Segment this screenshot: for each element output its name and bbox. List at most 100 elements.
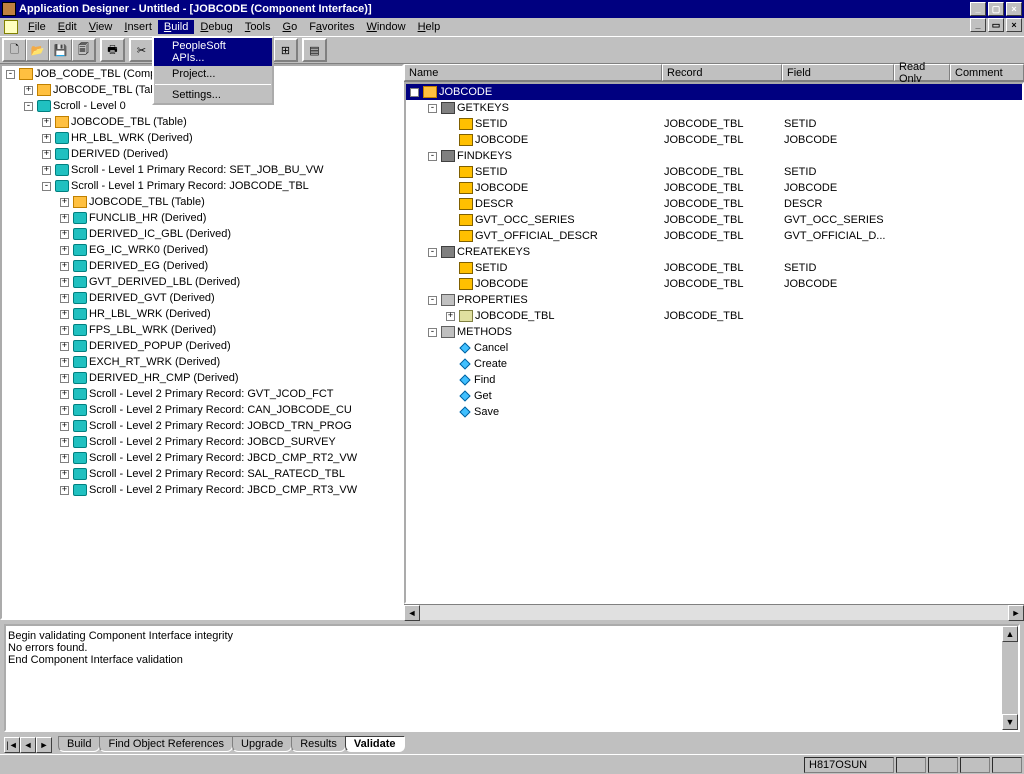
ci-tree-item[interactable]: Get (406, 388, 1022, 404)
tree-item[interactable]: -Scroll - Level 1 Primary Record: JOBCOD… (2, 178, 402, 194)
expander-icon[interactable]: - (428, 328, 437, 337)
expander-icon[interactable]: + (60, 294, 69, 303)
output-vertical-scrollbar[interactable]: ▲ ▼ (1002, 626, 1018, 730)
ci-tree-item[interactable]: Save (406, 404, 1022, 420)
scrollbar-track[interactable] (420, 605, 1008, 620)
expander-icon[interactable]: + (60, 214, 69, 223)
tab-validate[interactable]: Validate (345, 736, 405, 752)
expander-icon[interactable]: + (60, 406, 69, 415)
menu-file[interactable]: File (22, 20, 52, 34)
expander-icon[interactable]: + (60, 374, 69, 383)
menu-insert[interactable]: Insert (118, 20, 158, 34)
close-button[interactable]: × (1006, 2, 1022, 16)
expander-icon[interactable]: - (410, 88, 419, 97)
expander-icon[interactable]: + (60, 278, 69, 287)
ci-tree-item[interactable]: -JOBCODE (406, 84, 1022, 100)
col-comment[interactable]: Comment (950, 64, 1024, 81)
menu-settings[interactable]: Settings... (154, 87, 272, 103)
tab-nav-prev[interactable]: ◄ (20, 737, 36, 753)
expander-icon[interactable]: + (60, 454, 69, 463)
tree-item[interactable]: +DERIVED (Derived) (2, 146, 402, 162)
expander-icon[interactable]: + (60, 198, 69, 207)
ci-tree-item[interactable]: Create (406, 356, 1022, 372)
menu-debug[interactable]: Debug (194, 20, 238, 34)
ci-tree-item[interactable]: -FINDKEYS (406, 148, 1022, 164)
col-field[interactable]: Field (782, 64, 894, 81)
col-readonly[interactable]: Read Only (894, 64, 950, 81)
tree-item[interactable]: +GVT_DERIVED_LBL (Derived) (2, 274, 402, 290)
ci-tree-item[interactable]: -GETKEYS (406, 100, 1022, 116)
tree-item[interactable]: +JOBCODE_TBL (Table) (2, 114, 402, 130)
tree-item[interactable]: +EXCH_RT_WRK (Derived) (2, 354, 402, 370)
ci-tree-item[interactable]: DESCRJOBCODE_TBLDESCR (406, 196, 1022, 212)
expander-icon[interactable]: - (428, 248, 437, 257)
ci-tree-item[interactable]: -CREATEKEYS (406, 244, 1022, 260)
save-button[interactable]: 💾 (49, 39, 72, 61)
expander-icon[interactable]: + (24, 86, 33, 95)
tree-item[interactable]: +DERIVED_IC_GBL (Derived) (2, 226, 402, 242)
ci-tree-item[interactable]: Cancel (406, 340, 1022, 356)
menu-view[interactable]: View (83, 20, 119, 34)
expander-icon[interactable]: + (60, 342, 69, 351)
menu-edit[interactable]: Edit (52, 20, 83, 34)
maximize-button[interactable]: ▢ (988, 2, 1004, 16)
expander-icon[interactable]: + (42, 150, 51, 159)
new-button[interactable]: 🗋 (3, 39, 26, 61)
print-button[interactable]: 🖶 (101, 39, 124, 61)
tree-item[interactable]: +Scroll - Level 2 Primary Record: JBCD_C… (2, 482, 402, 498)
tree-item[interactable]: +DERIVED_EG (Derived) (2, 258, 402, 274)
expander-icon[interactable]: - (6, 70, 15, 79)
expander-icon[interactable]: + (42, 134, 51, 143)
expander-icon[interactable]: + (60, 246, 69, 255)
expander-icon[interactable]: - (428, 152, 437, 161)
tree-item[interactable]: +Scroll - Level 2 Primary Record: JBCD_C… (2, 450, 402, 466)
ci-tree-item[interactable]: Find (406, 372, 1022, 388)
mdi-restore-button[interactable]: ▭ (988, 18, 1004, 32)
tab-results[interactable]: Results (291, 736, 346, 752)
tree-item[interactable]: +Scroll - Level 2 Primary Record: JOBCD_… (2, 418, 402, 434)
ci-tree-item[interactable]: SETIDJOBCODE_TBLSETID (406, 260, 1022, 276)
expander-icon[interactable]: + (42, 166, 51, 175)
copy-button[interactable]: 🗐 (72, 39, 95, 61)
menu-project[interactable]: Project... (154, 66, 272, 82)
expander-icon[interactable]: - (428, 104, 437, 113)
expander-icon[interactable]: + (60, 422, 69, 431)
ci-tree-item[interactable]: GVT_OFFICIAL_DESCRJOBCODE_TBLGVT_OFFICIA… (406, 228, 1022, 244)
tree-item[interactable]: +DERIVED_GVT (Derived) (2, 290, 402, 306)
btn-g[interactable]: ⊞ (274, 39, 297, 61)
menu-window[interactable]: Window (360, 20, 411, 34)
ci-tree[interactable]: -JOBCODE-GETKEYSSETIDJOBCODE_TBLSETIDJOB… (404, 82, 1024, 604)
tree-item[interactable]: +HR_LBL_WRK (Derived) (2, 306, 402, 322)
menu-tools[interactable]: Tools (239, 20, 277, 34)
ci-tree-item[interactable]: +JOBCODE_TBLJOBCODE_TBL (406, 308, 1022, 324)
btn-h[interactable]: ▤ (303, 39, 326, 61)
open-button[interactable]: 📂 (26, 39, 49, 61)
expander-icon[interactable]: + (60, 390, 69, 399)
menu-help[interactable]: Help (412, 20, 447, 34)
expander-icon[interactable]: + (60, 230, 69, 239)
tab-build[interactable]: Build (58, 736, 100, 752)
tab-upgrade[interactable]: Upgrade (232, 736, 292, 752)
scroll-left-button[interactable]: ◄ (404, 605, 420, 621)
expander-icon[interactable]: + (60, 470, 69, 479)
col-name[interactable]: Name (404, 64, 662, 81)
tree-item[interactable]: +Scroll - Level 2 Primary Record: GVT_JC… (2, 386, 402, 402)
expander-icon[interactable]: + (446, 312, 455, 321)
menu-go[interactable]: Go (277, 20, 304, 34)
project-tree[interactable]: -JOB_CODE_TBL (Compon+JOBCODE_TBL (Table… (0, 64, 404, 620)
tree-item[interactable]: +DERIVED_HR_CMP (Derived) (2, 370, 402, 386)
expander-icon[interactable]: + (60, 358, 69, 367)
ci-tree-item[interactable]: SETIDJOBCODE_TBLSETID (406, 164, 1022, 180)
expander-icon[interactable]: + (60, 486, 69, 495)
menu-peoplesoft-apis[interactable]: PeopleSoft APIs... (154, 38, 272, 66)
scroll-down-button[interactable]: ▼ (1002, 714, 1018, 730)
tree-item[interactable]: +HR_LBL_WRK (Derived) (2, 130, 402, 146)
ci-tree-item[interactable]: GVT_OCC_SERIESJOBCODE_TBLGVT_OCC_SERIES (406, 212, 1022, 228)
minimize-button[interactable]: _ (970, 2, 986, 16)
scroll-up-button[interactable]: ▲ (1002, 626, 1018, 642)
mdi-minimize-button[interactable]: _ (970, 18, 986, 32)
tree-item[interactable]: +Scroll - Level 1 Primary Record: SET_JO… (2, 162, 402, 178)
expander-icon[interactable]: + (60, 262, 69, 271)
scroll-right-button[interactable]: ► (1008, 605, 1024, 621)
menu-build[interactable]: Build (158, 20, 194, 34)
